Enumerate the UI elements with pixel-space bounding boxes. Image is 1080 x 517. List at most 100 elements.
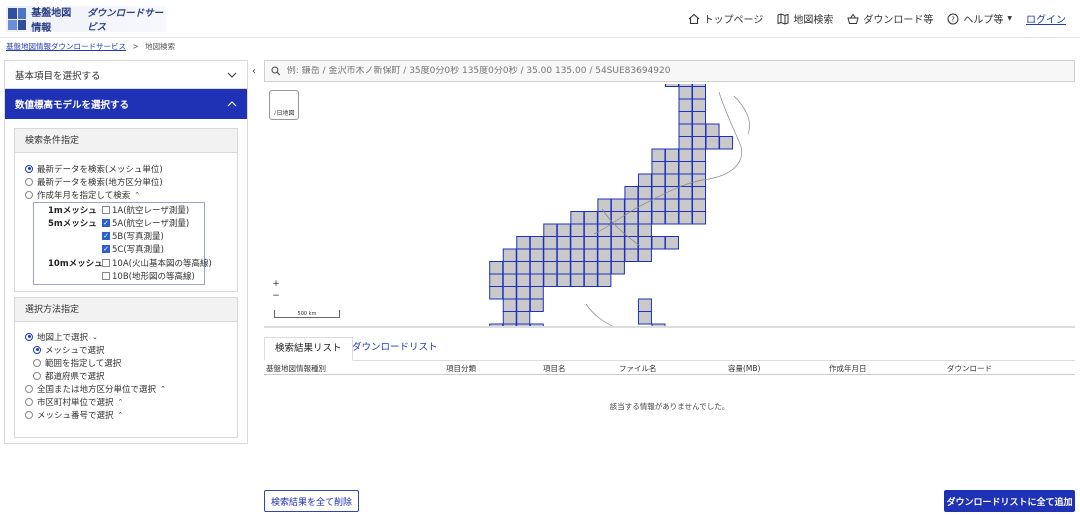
- mesh-cell[interactable]: [610, 236, 625, 250]
- mesh-cell[interactable]: [651, 211, 666, 225]
- method-prefecture-select[interactable]: 都道府県で選択: [33, 369, 166, 382]
- checkbox-5c[interactable]: ✓: [102, 245, 110, 253]
- mesh-cell[interactable]: [624, 211, 639, 225]
- mesh-cell[interactable]: [664, 84, 679, 87]
- checkbox-10a[interactable]: [102, 259, 110, 267]
- mesh-cell[interactable]: [583, 273, 598, 287]
- method-range-select[interactable]: 範囲を指定して選択: [33, 356, 166, 369]
- mesh-cell[interactable]: [664, 173, 679, 187]
- mesh-cell[interactable]: [637, 173, 652, 187]
- mesh-cell[interactable]: [529, 261, 544, 275]
- mesh-cell[interactable]: [489, 273, 504, 287]
- mesh-cell[interactable]: [651, 161, 666, 175]
- mesh-cell[interactable]: [543, 261, 558, 275]
- mesh-cell[interactable]: [678, 161, 693, 175]
- mesh-cell[interactable]: [637, 186, 652, 200]
- mesh-cell[interactable]: [529, 286, 544, 300]
- mesh-cell[interactable]: [692, 211, 707, 225]
- mesh-cell[interactable]: [637, 298, 652, 312]
- mesh-cell[interactable]: [556, 236, 571, 250]
- mesh-cell[interactable]: [583, 248, 598, 262]
- mesh-cell[interactable]: [597, 261, 612, 275]
- mesh-cell[interactable]: [610, 261, 625, 275]
- condition-latest-region[interactable]: 最新データを検索(地方区分単位): [25, 175, 163, 188]
- condition-by-date[interactable]: 作成年月を指定して検索 ⌃: [25, 188, 163, 201]
- mesh-cell[interactable]: [637, 211, 652, 225]
- mesh-cell[interactable]: [516, 311, 531, 325]
- mesh-cell[interactable]: [624, 186, 639, 200]
- mesh-cell[interactable]: [692, 198, 707, 212]
- site-logo[interactable]: 基盤地図情報 ダウンロードサービス: [6, 6, 166, 34]
- mesh-cell[interactable]: [651, 198, 666, 212]
- mesh-cell[interactable]: [637, 223, 652, 237]
- mesh-cell[interactable]: [529, 298, 544, 312]
- mesh-cell[interactable]: [583, 261, 598, 275]
- method-municipal-select[interactable]: 市区町村単位で選択 ⌃: [25, 395, 166, 408]
- mesh-cell[interactable]: [502, 273, 517, 287]
- mesh-cell[interactable]: [570, 273, 585, 287]
- zoom-in-button[interactable]: +: [270, 278, 282, 290]
- mesh-cell[interactable]: [692, 186, 707, 200]
- mesh-cell[interactable]: [583, 211, 598, 225]
- mesh-cell[interactable]: [678, 86, 693, 100]
- mesh-cell[interactable]: [651, 186, 666, 200]
- collapse-panel-button[interactable]: ‹: [248, 64, 260, 78]
- mesh-cell[interactable]: [705, 136, 720, 150]
- mesh-grid-map[interactable]: [264, 84, 1075, 328]
- checkbox-1a[interactable]: [102, 206, 110, 214]
- mesh-cell[interactable]: [719, 136, 734, 150]
- mesh-cell[interactable]: [664, 161, 679, 175]
- mesh-cell[interactable]: [637, 248, 652, 262]
- mesh-cell[interactable]: [516, 261, 531, 275]
- mesh-cell[interactable]: [692, 161, 707, 175]
- method-region-select[interactable]: 全国または地方区分単位で選択 ⌃: [25, 382, 166, 395]
- checkbox-5a[interactable]: ✓: [102, 219, 110, 227]
- mesh-cell[interactable]: [597, 273, 612, 287]
- mesh-cell[interactable]: [529, 248, 544, 262]
- mesh-cell[interactable]: [502, 286, 517, 300]
- mesh-cell[interactable]: [664, 198, 679, 212]
- mesh-cell[interactable]: [678, 111, 693, 125]
- mesh-cell[interactable]: [489, 323, 504, 328]
- method-map-select[interactable]: 地図上で選択 ⌄: [25, 330, 166, 343]
- mesh-cell[interactable]: [597, 236, 612, 250]
- nav-top-page[interactable]: トップページ: [688, 11, 763, 26]
- mesh-cell[interactable]: [624, 248, 639, 262]
- login-link[interactable]: ログイン: [1026, 11, 1066, 26]
- location-search-input[interactable]: [286, 66, 1074, 76]
- checkbox-10b[interactable]: [102, 272, 110, 280]
- nav-map-search[interactable]: 地図検索: [777, 11, 833, 26]
- mesh-cell[interactable]: [678, 186, 693, 200]
- layer-toggle-button[interactable]: ﾉ日地図: [269, 90, 299, 120]
- mesh-cell[interactable]: [570, 248, 585, 262]
- mesh-cell[interactable]: [692, 123, 707, 137]
- method-mesh-select[interactable]: メッシュで選択: [33, 343, 166, 356]
- mesh-cell[interactable]: [543, 223, 558, 237]
- mesh-cell[interactable]: [692, 98, 707, 112]
- mesh-cell[interactable]: [556, 223, 571, 237]
- breadcrumb-home-link[interactable]: 基盤地図情報ダウンロードサービス: [6, 42, 126, 51]
- mesh-cell[interactable]: [678, 123, 693, 137]
- mesh-cell[interactable]: [610, 211, 625, 225]
- location-search[interactable]: [264, 60, 1075, 82]
- mesh-cell[interactable]: [637, 311, 652, 325]
- mesh-cell[interactable]: [502, 248, 517, 262]
- mesh-cell[interactable]: [570, 236, 585, 250]
- mesh-cell[interactable]: [489, 286, 504, 300]
- add-all-to-download-button[interactable]: ダウンロードリストに全て追加: [944, 490, 1075, 512]
- mesh-cell[interactable]: [543, 236, 558, 250]
- clear-results-button[interactable]: 検索結果を全て削除: [264, 490, 359, 512]
- mesh-cell[interactable]: [556, 273, 571, 287]
- mesh-cell[interactable]: [678, 148, 693, 162]
- tab-search-results[interactable]: 検索結果リスト: [264, 337, 353, 361]
- mesh-cell[interactable]: [624, 223, 639, 237]
- mesh-cell[interactable]: [502, 298, 517, 312]
- mesh-cell[interactable]: [570, 261, 585, 275]
- mesh-cell[interactable]: [516, 273, 531, 287]
- mesh-cell[interactable]: [678, 198, 693, 212]
- mesh-cell[interactable]: [637, 236, 652, 250]
- mesh-cell[interactable]: [502, 323, 517, 328]
- mesh-cell[interactable]: [651, 148, 666, 162]
- mesh-cell[interactable]: [556, 261, 571, 275]
- mesh-cell[interactable]: [692, 173, 707, 187]
